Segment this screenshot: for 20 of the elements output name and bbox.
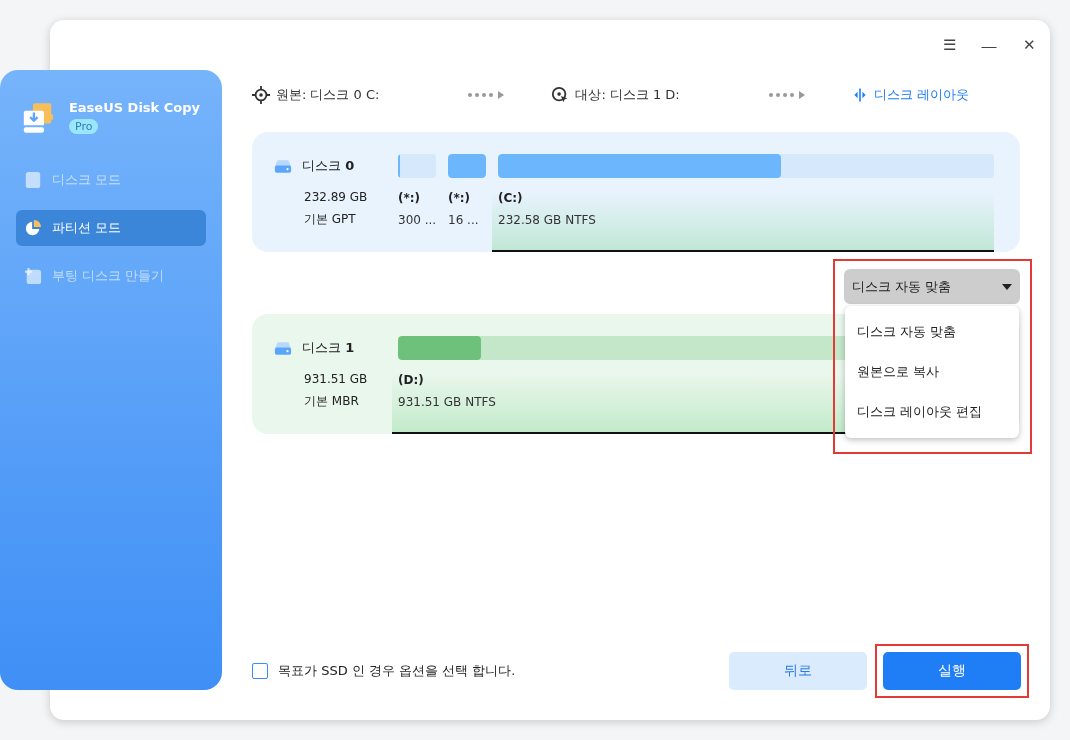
partition-letter: (D:): [398, 372, 424, 389]
partition-detail: 16 ...: [448, 212, 479, 229]
partition-detail: 931.51 GB NTFS: [398, 394, 496, 411]
disk-size: 931.51 GB: [303, 371, 369, 388]
disk-name: 디스크 0: [302, 157, 355, 175]
disk-name: 디스크 1: [302, 339, 355, 357]
partition-letter: (C:): [498, 190, 523, 207]
disk-size: 232.89 GB: [303, 189, 369, 206]
pro-badge: Pro: [68, 119, 99, 134]
checkbox-label: 목표가 SSD 인 경우 옵션을 선택 합니다.: [278, 662, 516, 680]
step-label: 원본: 디스크 0 C:: [276, 86, 380, 104]
disk-type: 기본 MBR: [303, 393, 360, 410]
disk-type: 기본 GPT: [303, 211, 357, 228]
app-name: EaseUS Disk Copy: [68, 100, 200, 115]
step-label: 디스크 레이아웃: [873, 86, 969, 104]
step-label: 대상: 디스크 1 D:: [575, 86, 680, 104]
partition-detail: 232.58 GB NTFS: [498, 212, 596, 229]
partition-letter: (*:): [398, 190, 421, 207]
partition-detail: 300 ...: [398, 212, 437, 229]
partition-letter: (*:): [448, 190, 471, 207]
